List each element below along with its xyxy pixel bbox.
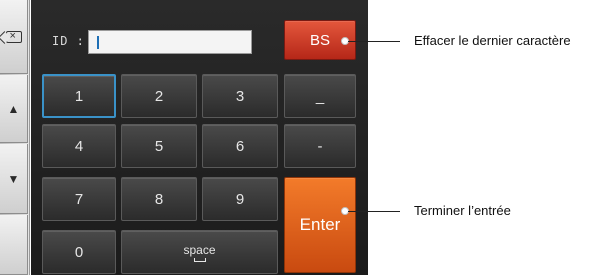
key-8[interactable]: 8 — [121, 177, 197, 221]
key-underscore[interactable]: _ — [284, 74, 356, 118]
space-key[interactable]: space — [121, 230, 278, 274]
key-5[interactable]: 5 — [121, 124, 197, 168]
key-4[interactable]: 4 — [42, 124, 116, 168]
scroll-up-button[interactable]: ▲ — [0, 75, 28, 143]
id-label: ID : — [52, 34, 85, 48]
key-hyphen[interactable]: - — [284, 124, 356, 168]
space-key-label: space — [183, 242, 216, 257]
key-6[interactable]: 6 — [202, 124, 278, 168]
key-0[interactable]: 0 — [42, 230, 116, 274]
key-1[interactable]: 1 — [42, 74, 116, 118]
key-2[interactable]: 2 — [121, 74, 197, 118]
clear-field-button[interactable]: × — [0, 0, 28, 74]
text-cursor — [97, 36, 99, 49]
backspace-callout-line — [348, 41, 400, 42]
side-blank-button[interactable] — [0, 215, 28, 275]
scroll-down-button[interactable]: ▼ — [0, 144, 28, 214]
delete-icon: × — [5, 30, 22, 43]
key-9[interactable]: 9 — [202, 177, 278, 221]
enter-key[interactable]: Enter — [284, 177, 356, 273]
key-7[interactable]: 7 — [42, 177, 116, 221]
key-3[interactable]: 3 — [202, 74, 278, 118]
backspace-callout-text: Effacer le dernier caractère — [414, 33, 571, 48]
enter-callout-line — [348, 211, 400, 212]
enter-callout-text: Terminer l’entrée — [414, 203, 511, 218]
up-arrow-icon: ▲ — [7, 101, 20, 116]
id-input[interactable] — [88, 30, 252, 54]
down-arrow-icon: ▼ — [7, 171, 20, 186]
space-bar-icon — [193, 257, 206, 262]
